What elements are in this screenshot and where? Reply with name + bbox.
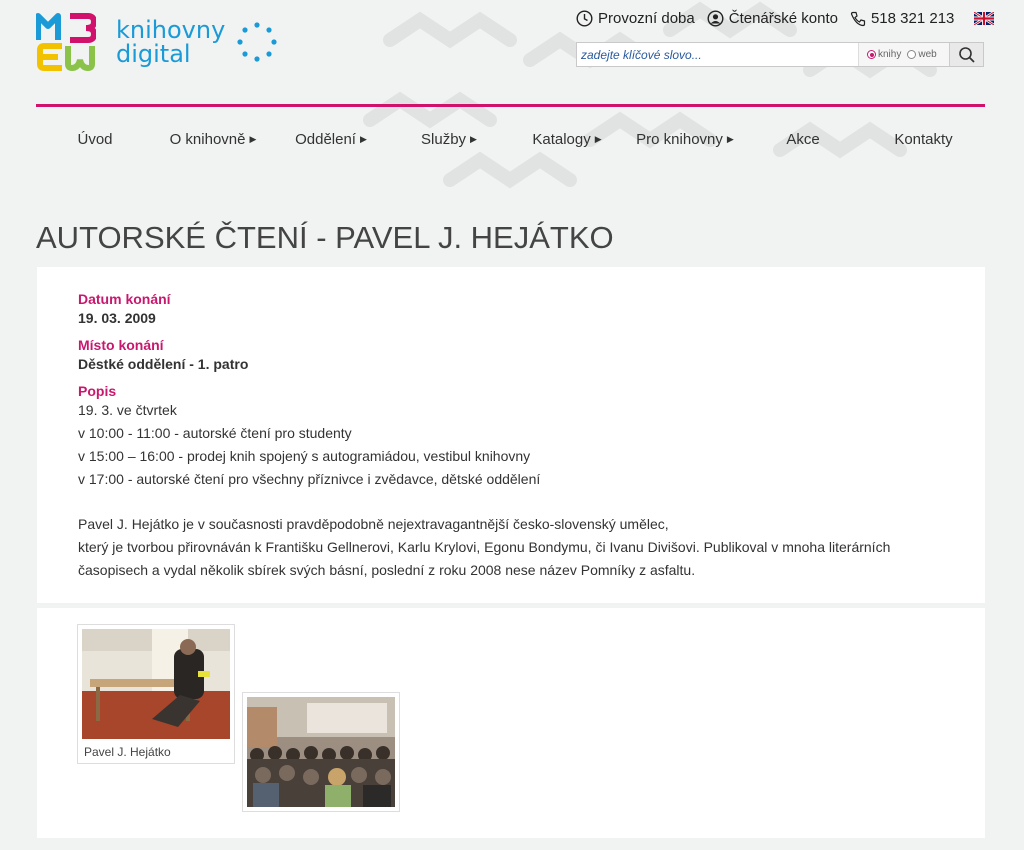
opening-hours-link[interactable]: Provozní doba: [576, 10, 695, 27]
author-bio: Pavel J. Hejátko je v současnosti pravdě…: [78, 513, 890, 582]
radio-web[interactable]: [907, 50, 917, 59]
submenu-arrow-icon: ▶: [359, 133, 367, 144]
nav-label: Oddělení: [295, 130, 356, 148]
page-title: AUTORSKÉ ČTENÍ - PAVEL J. HEJÁTKO: [36, 220, 614, 255]
site-logo[interactable]: knihovny digital: [36, 12, 277, 72]
submenu-arrow-icon: ▶: [594, 133, 602, 144]
user-icon: [707, 10, 724, 27]
nav-item-uvod[interactable]: Úvod: [36, 128, 154, 150]
description-schedule: 19. 3. ve čtvrtek v 10:00 - 11:00 - auto…: [78, 399, 890, 491]
nav-label: Úvod: [77, 130, 113, 148]
nav-label: O knihovně: [169, 130, 246, 148]
schedule-line: v 17:00 - autorské čtení pro všechny pří…: [78, 471, 541, 487]
nav-item-pro-knihovny[interactable]: Pro knihovny ▶: [626, 128, 744, 150]
search-bar: knihy web: [576, 42, 984, 67]
search-input[interactable]: [577, 43, 859, 66]
nav-label: Akce: [786, 130, 820, 148]
utility-bar: Provozní doba Čtenářské konto 518 321 21…: [576, 10, 1011, 27]
submenu-arrow-icon: ▶: [470, 133, 477, 144]
schedule-line: v 10:00 - 11:00 - autorské čtení pro stu…: [78, 425, 352, 441]
photo-author-reading: [82, 629, 230, 739]
logo-wordmark: knihovny digital: [116, 18, 225, 68]
photo-gallery: Pavel J. Hejátko: [37, 608, 985, 838]
reader-account-label: Čtenářské konto: [728, 10, 838, 27]
search-button[interactable]: [949, 43, 983, 66]
photo-audience: [247, 697, 395, 807]
gallery-item[interactable]: [242, 692, 400, 812]
nav-label: Služby: [421, 130, 467, 148]
dots-ring-icon: [237, 22, 277, 62]
nav-item-o-knihovne[interactable]: O knihovně ▶: [154, 128, 272, 150]
uk-flag-icon: [974, 12, 995, 25]
language-switch-en[interactable]: [974, 12, 999, 25]
schedule-line: 19. 3. ve čtvrtek: [78, 402, 177, 418]
search-scope-options: knihy web: [859, 43, 949, 66]
opening-hours-label: Provozní doba: [598, 10, 695, 27]
bio-line: časopisech a vydal několik sbírek svých …: [78, 562, 696, 578]
nav-item-akce[interactable]: Akce: [744, 128, 862, 150]
schedule-line: v 15:00 – 16:00 - prodej knih spojený s …: [78, 448, 531, 464]
reader-account-link[interactable]: Čtenářské konto: [707, 10, 838, 27]
gallery-item[interactable]: Pavel J. Hejátko: [77, 624, 235, 764]
search-icon: [958, 46, 975, 63]
bio-line: který je tvorbou přirovnáván k Františku…: [78, 539, 891, 555]
nav-item-oddeleni[interactable]: Oddělení ▶: [272, 128, 390, 150]
bio-line: Pavel J. Hejátko je v současnosti pravdě…: [78, 516, 669, 532]
radio-books-label: knihy: [878, 49, 902, 60]
nav-label: Kontakty: [894, 130, 953, 148]
radio-web-label: web: [918, 49, 937, 60]
submenu-arrow-icon: ▶: [249, 133, 257, 144]
phone-link[interactable]: 518 321 213: [850, 10, 954, 27]
clock-icon: [576, 10, 593, 27]
nav-item-katalogy[interactable]: Katalogy ▶: [508, 128, 626, 150]
nav-item-kontakty[interactable]: Kontakty: [862, 128, 985, 150]
event-detail-card: Datum konání 19. 03. 2009 Místo konání D…: [37, 267, 985, 603]
date-label: Datum konání: [78, 291, 171, 307]
header-divider: [36, 104, 985, 107]
submenu-arrow-icon: ▶: [726, 133, 734, 144]
nav-item-sluzby[interactable]: Služby ▶: [390, 128, 508, 150]
description-label: Popis: [78, 383, 117, 399]
place-value: Děstké oddělení - 1. patro: [78, 356, 249, 372]
place-label: Místo konání: [78, 337, 164, 353]
gallery-caption: Pavel J. Hejátko: [84, 745, 171, 759]
radio-books[interactable]: [867, 50, 876, 59]
event-details: Datum konání 19. 03. 2009 Místo konání D…: [78, 291, 890, 582]
main-nav: Úvod O knihovně ▶ Oddělení ▶ Služby ▶ Katal…: [36, 128, 985, 150]
phone-number: 518 321 213: [870, 10, 955, 27]
nav-label: Katalogy: [532, 130, 591, 148]
mbew-logo-mark: [36, 13, 96, 72]
logo-line-2: digital: [116, 40, 191, 68]
nav-label: Pro knihovny: [636, 130, 723, 148]
phone-icon: [850, 11, 866, 26]
search-scope-web[interactable]: web: [907, 49, 937, 60]
search-scope-books[interactable]: knihy: [867, 49, 901, 60]
date-value: 19. 03. 2009: [78, 310, 156, 326]
